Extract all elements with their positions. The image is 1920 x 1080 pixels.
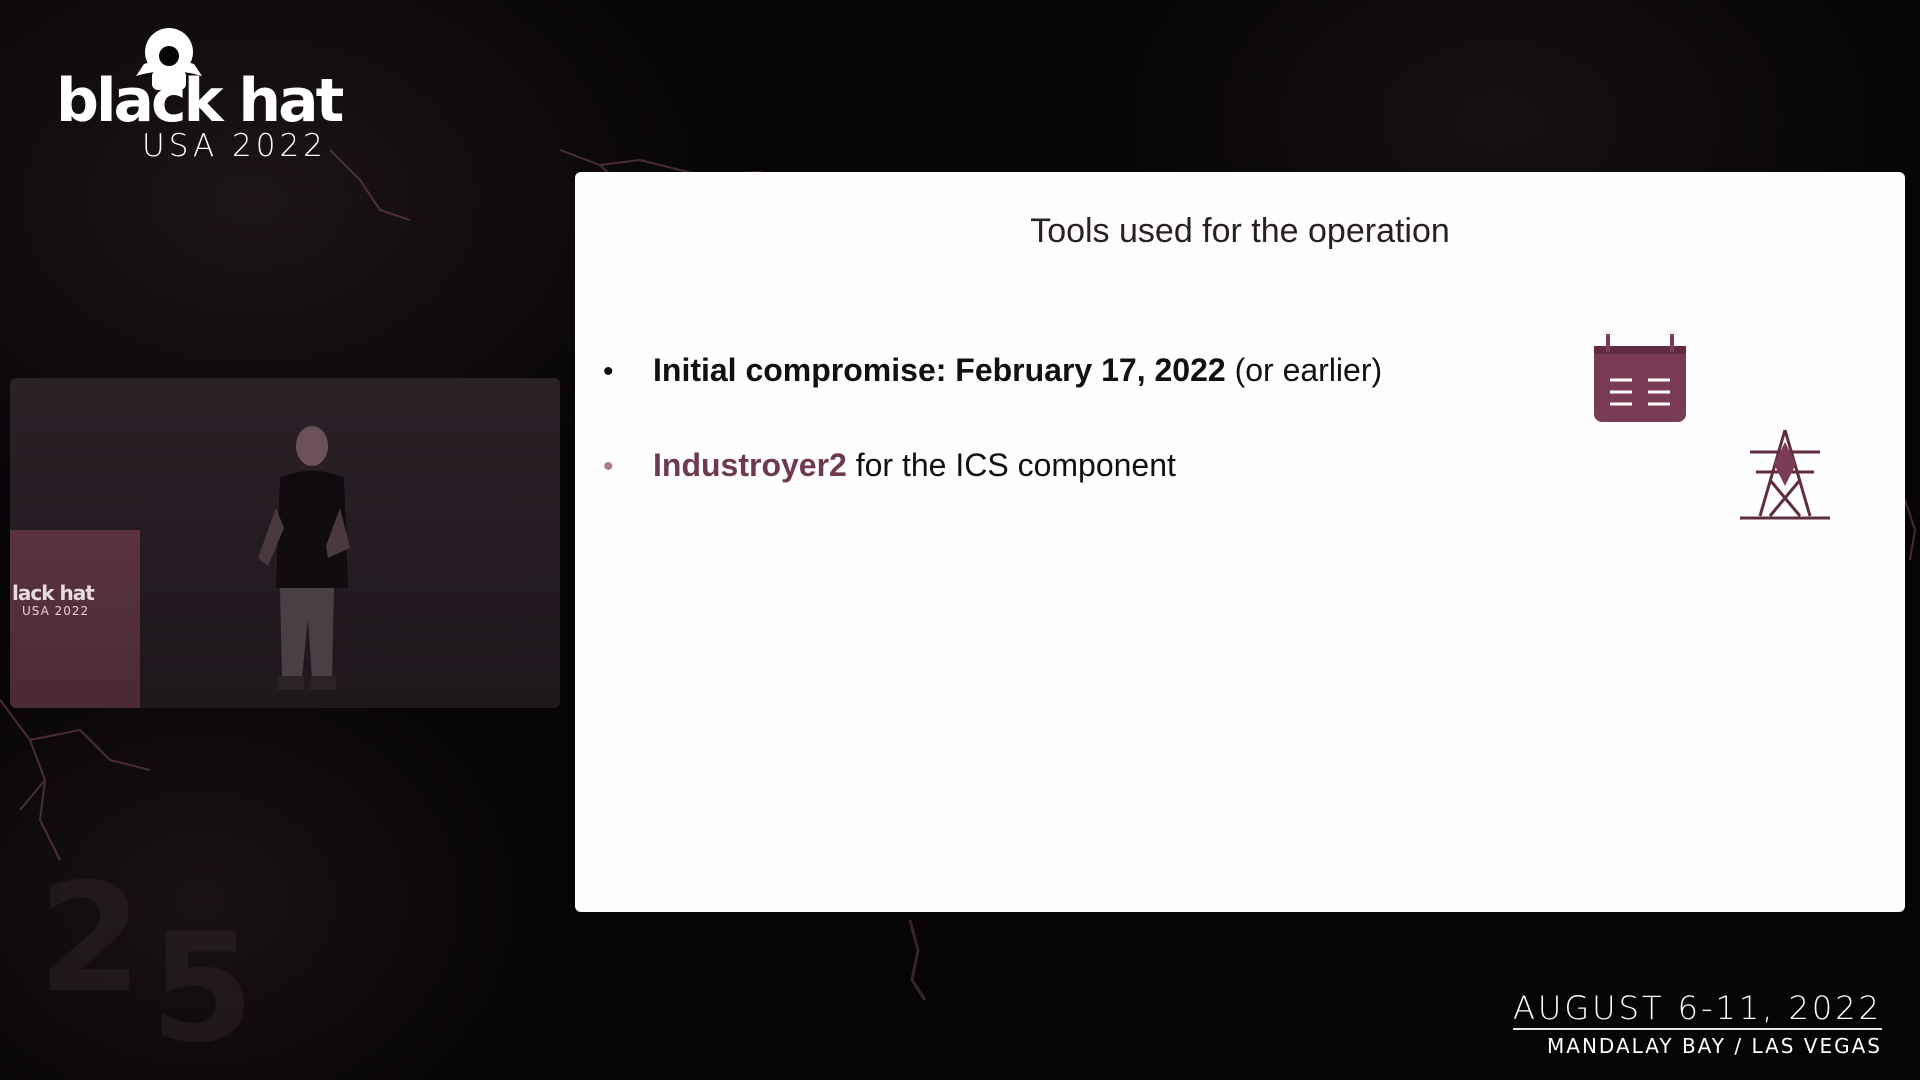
presentation-stage: 2 5 black hat USA 2022 lack hat USA 2022	[0, 0, 1920, 1080]
bullet-item: • Initial compromise: February 17, 2022 (…	[603, 352, 1382, 389]
svg-text:2: 2	[38, 852, 142, 1026]
podium: lack hat USA 2022	[10, 530, 140, 708]
black-hat-logo: black hat USA 2022	[56, 22, 396, 164]
bullet-text: for the ICS component	[846, 447, 1176, 483]
event-divider	[1513, 1028, 1882, 1030]
bullet-item: • Industroyer2 for the ICS component	[603, 447, 1176, 484]
speaker-video: lack hat USA 2022	[10, 378, 560, 708]
bullet-text: (or earlier)	[1225, 352, 1383, 388]
event-dates: AUGUST 6-11, 2022	[1513, 989, 1882, 1027]
svg-text:5: 5	[150, 902, 254, 1076]
speaker-figure	[258, 426, 350, 690]
podium-event: USA 2022	[22, 604, 90, 618]
presentation-slide: Tools used for the operation • Initial co…	[575, 172, 1905, 912]
event-info: AUGUST 6-11, 2022 MANDALAY BAY / LAS VEG…	[1513, 990, 1882, 1058]
bullet-bold-text: Initial compromise: February 17, 2022	[653, 352, 1226, 388]
bullet-bold-text: Industroyer2	[653, 447, 847, 483]
slide-title: Tools used for the operation	[1030, 212, 1450, 250]
brand-name: black hat	[56, 66, 344, 136]
event-venue: MANDALAY BAY / LAS VEGAS	[1547, 1034, 1882, 1058]
bullet-dot: •	[603, 355, 614, 388]
podium-brand: lack hat	[12, 581, 95, 605]
power-pylon-icon	[1740, 429, 1830, 520]
calendar-icon	[1594, 334, 1686, 422]
bullet-dot: •	[603, 450, 614, 483]
brand-event: USA 2022	[142, 128, 327, 164]
